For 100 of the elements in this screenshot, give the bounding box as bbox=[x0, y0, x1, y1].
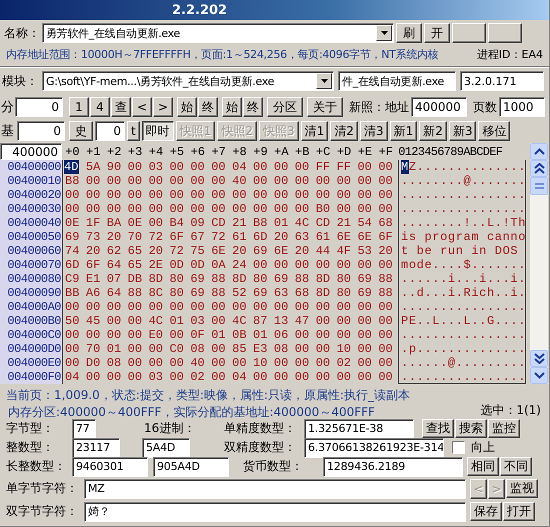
hex-byte[interactable]: 0D bbox=[189, 258, 210, 272]
hex-byte[interactable]: 00 bbox=[106, 202, 127, 216]
hex-byte[interactable]: 00 bbox=[64, 328, 85, 342]
hex-byte[interactable]: 00 bbox=[252, 160, 273, 174]
page-down-icon[interactable] bbox=[530, 350, 548, 367]
hex-byte[interactable]: BB bbox=[64, 286, 85, 300]
hex-byte[interactable]: 00 bbox=[272, 300, 294, 314]
hex-byte[interactable]: 65 bbox=[126, 244, 148, 258]
hex-byte[interactable]: 00 bbox=[84, 328, 106, 342]
hex-byte[interactable]: 09 bbox=[189, 216, 210, 230]
hex-byte[interactable]: 00 bbox=[126, 370, 148, 384]
hex-byte[interactable]: 00 bbox=[126, 188, 148, 202]
hex-byte[interactable]: 00 bbox=[294, 356, 315, 370]
hex-byte[interactable]: 00 bbox=[336, 370, 356, 384]
hex-byte[interactable]: 00 bbox=[148, 216, 168, 230]
hex-byte[interactable]: E3 bbox=[252, 342, 273, 356]
hex-byte[interactable]: 00 bbox=[252, 202, 273, 216]
hex-byte[interactable]: 00 bbox=[64, 356, 85, 370]
hex-byte[interactable]: 70 bbox=[84, 342, 106, 356]
hex-byte[interactable]: 06 bbox=[272, 328, 294, 342]
hex-byte[interactable]: 00 bbox=[231, 300, 252, 314]
hex-byte[interactable]: 74 bbox=[64, 244, 85, 258]
version-field[interactable]: 3.2.0.171 bbox=[460, 71, 544, 91]
hex-byte[interactable]: 00 bbox=[272, 174, 294, 188]
hex-byte[interactable]: 00 bbox=[64, 188, 85, 202]
hex-byte[interactable]: 00 bbox=[106, 174, 127, 188]
toolbar-button[interactable]: > bbox=[153, 97, 173, 117]
search-button[interactable]: 监控 bbox=[488, 419, 520, 438]
hex-byte[interactable]: 00 bbox=[314, 174, 336, 188]
hex-byte[interactable]: 64 bbox=[106, 258, 127, 272]
hex-byte[interactable]: 67 bbox=[189, 230, 210, 244]
start-address-field[interactable]: 400000 bbox=[0, 143, 62, 160]
hex-byte[interactable]: 5A bbox=[84, 160, 106, 174]
hex-byte[interactable]: FF bbox=[314, 160, 336, 174]
hex-byte[interactable]: 00 bbox=[168, 370, 190, 384]
page-up-icon[interactable] bbox=[530, 160, 548, 177]
hex-byte[interactable]: 00 bbox=[294, 188, 315, 202]
hex-byte[interactable]: 00 bbox=[126, 202, 148, 216]
hex-byte[interactable]: 00 bbox=[272, 258, 294, 272]
long-field[interactable]: 9460301 bbox=[72, 456, 148, 476]
dropdown-icon[interactable] bbox=[376, 25, 392, 41]
hex-byte[interactable]: 90 bbox=[106, 160, 127, 174]
hex-byte[interactable]: 4F bbox=[336, 244, 356, 258]
hex-byte[interactable]: 00 bbox=[314, 188, 336, 202]
hex-byte[interactable]: 02 bbox=[189, 370, 210, 384]
hex-byte[interactable]: 88 bbox=[210, 286, 232, 300]
toolbar-button[interactable]: 4 bbox=[90, 97, 110, 117]
hex-byte[interactable]: 88 bbox=[377, 286, 398, 300]
toolbar-button[interactable]: 终 bbox=[243, 97, 263, 117]
hex-byte[interactable]: 88 bbox=[294, 272, 315, 286]
toolbar-button[interactable]: 1 bbox=[69, 97, 89, 117]
hex-byte[interactable]: 70 bbox=[126, 230, 148, 244]
toolbar-button[interactable]: 移位 bbox=[478, 121, 510, 141]
hex-byte[interactable]: 00 bbox=[189, 174, 210, 188]
hex-byte[interactable]: 00 bbox=[84, 174, 106, 188]
hex-byte[interactable]: 00 bbox=[210, 188, 232, 202]
hex-byte[interactable]: 63 bbox=[294, 230, 315, 244]
hex-byte[interactable]: 00 bbox=[210, 300, 232, 314]
hex-byte[interactable]: 00 bbox=[168, 300, 190, 314]
hex-byte[interactable]: 00 bbox=[356, 342, 378, 356]
hex-byte[interactable]: 80 bbox=[168, 272, 190, 286]
hex-byte[interactable]: 69 bbox=[252, 286, 273, 300]
hex-byte[interactable]: B0 bbox=[314, 202, 336, 216]
hex-byte[interactable]: 63 bbox=[272, 286, 294, 300]
hex-byte[interactable]: 6E bbox=[272, 244, 294, 258]
hex-byte[interactable]: 00 bbox=[294, 328, 315, 342]
compare-button[interactable]: 相同 bbox=[467, 457, 499, 476]
hex-byte[interactable]: B8 bbox=[252, 216, 273, 230]
hex-byte[interactable]: 00 bbox=[314, 370, 336, 384]
hex-byte[interactable]: 00 bbox=[356, 356, 378, 370]
hex-byte[interactable]: 1F bbox=[84, 216, 106, 230]
hex-byte[interactable]: 00 bbox=[106, 328, 127, 342]
hex-byte[interactable]: 00 bbox=[64, 300, 85, 314]
hex-byte[interactable]: 80 bbox=[252, 272, 273, 286]
hex-byte[interactable]: 00 bbox=[272, 202, 294, 216]
scrollbar[interactable] bbox=[530, 143, 548, 384]
hex-byte[interactable]: 00 bbox=[377, 314, 398, 328]
hex-byte[interactable]: 00 bbox=[356, 314, 378, 328]
file-button[interactable]: 打开 bbox=[503, 502, 535, 521]
hex-byte[interactable]: 20 bbox=[231, 244, 252, 258]
hex-byte[interactable]: 8D bbox=[231, 272, 252, 286]
hex-byte[interactable]: 00 bbox=[356, 258, 378, 272]
hex-byte[interactable]: 69 bbox=[272, 272, 294, 286]
hex-byte[interactable]: 8D bbox=[314, 286, 336, 300]
hex-byte[interactable]: 00 bbox=[148, 300, 168, 314]
hex-byte[interactable]: 03 bbox=[148, 160, 168, 174]
hex-byte[interactable]: 00 bbox=[106, 300, 127, 314]
hex-byte[interactable]: 00 bbox=[189, 300, 210, 314]
hex-byte[interactable]: 8D bbox=[148, 272, 168, 286]
hex-byte[interactable]: 0F bbox=[189, 328, 210, 342]
hex-byte[interactable]: 03 bbox=[148, 370, 168, 384]
hex-byte[interactable]: 00 bbox=[189, 202, 210, 216]
search-button[interactable]: 搜索 bbox=[455, 419, 487, 438]
toolbar-button[interactable]: 新2 bbox=[419, 121, 447, 141]
hex-byte[interactable]: 08 bbox=[189, 342, 210, 356]
hex-byte[interactable]: 52 bbox=[231, 286, 252, 300]
long-hex-field[interactable]: 905A4D bbox=[153, 456, 229, 476]
hex-byte[interactable]: 10 bbox=[252, 356, 273, 370]
hex-byte[interactable]: 6E bbox=[336, 230, 356, 244]
toolbar-button[interactable]: 终 bbox=[198, 97, 218, 117]
